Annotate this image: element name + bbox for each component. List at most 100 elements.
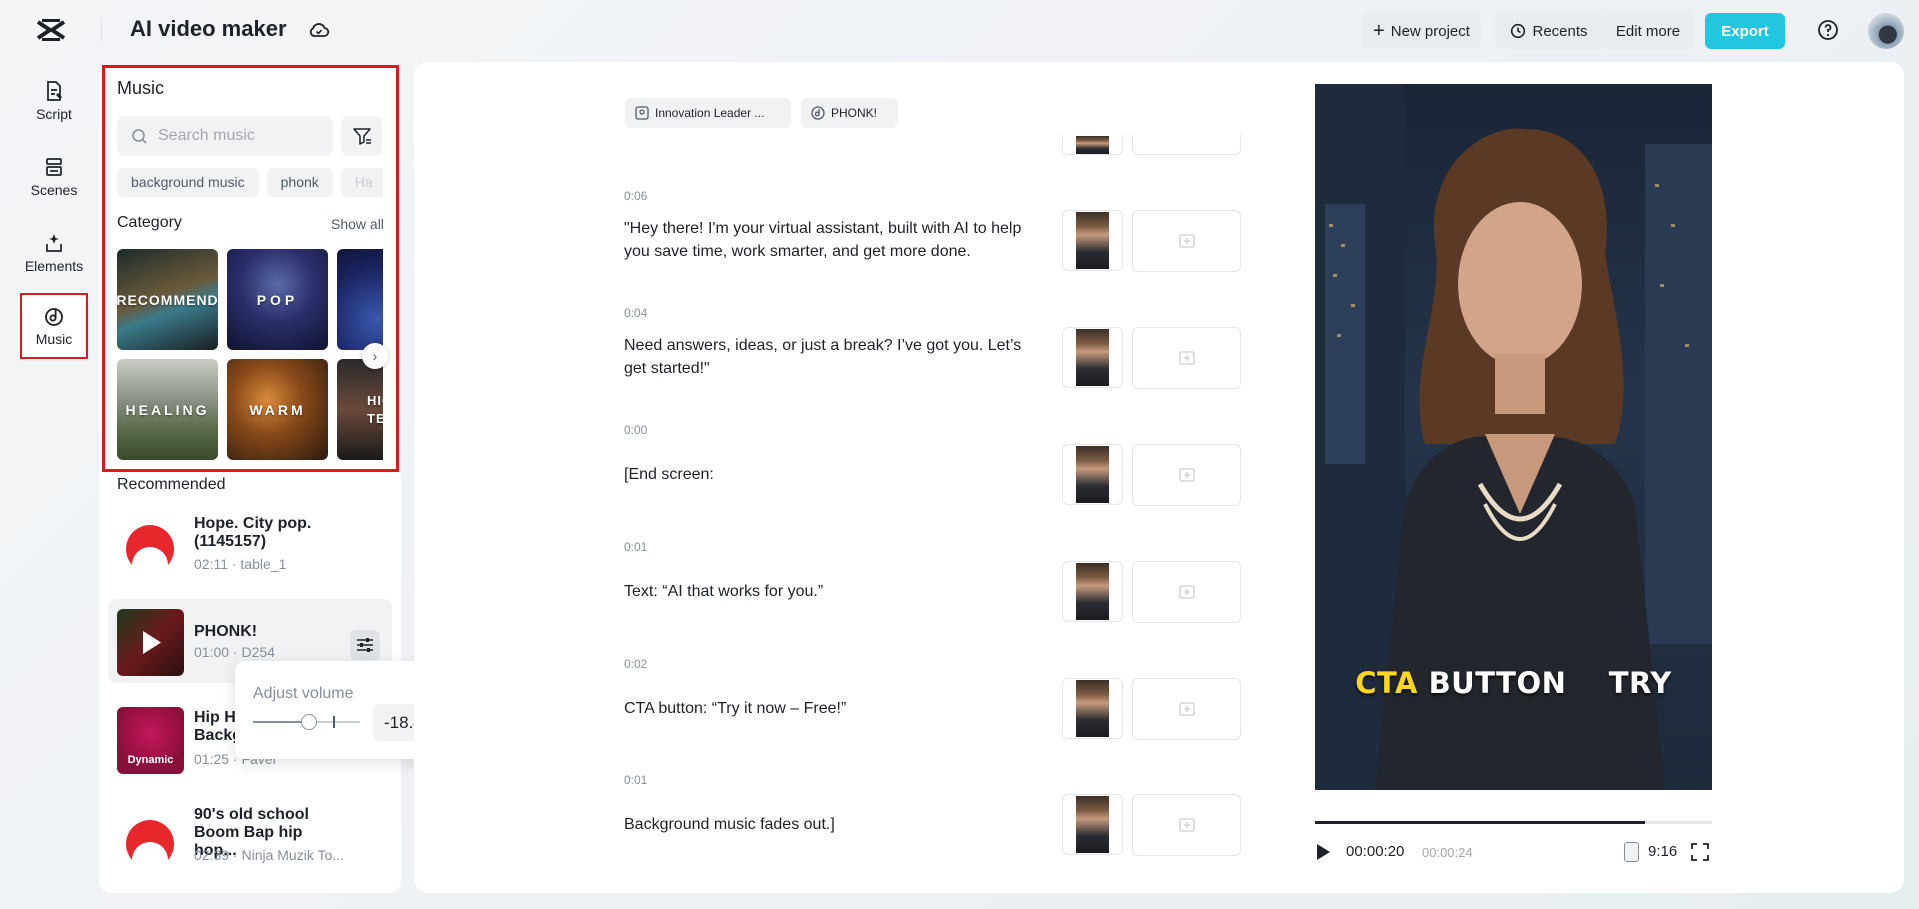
add-media-icon: [1178, 468, 1195, 482]
show-all-link[interactable]: Show all: [331, 216, 384, 232]
category-pop[interactable]: POP: [227, 249, 328, 350]
category-warm[interactable]: WARM: [227, 359, 328, 460]
track-thumbnail: Dynamic: [117, 707, 184, 774]
category-rb[interactable]: R&: [337, 249, 383, 350]
sliders-icon: [357, 638, 373, 652]
aspect-ratio-icon[interactable]: [1624, 842, 1639, 862]
rail-item-elements[interactable]: Elements: [20, 220, 88, 286]
music-icon: [45, 308, 63, 326]
recents-button[interactable]: Recents: [1495, 13, 1603, 49]
tag-chip[interactable]: background music: [117, 168, 259, 197]
export-button[interactable]: Export: [1705, 13, 1785, 49]
track-thumbnail: [117, 806, 184, 873]
scene-duration: 0:01: [624, 540, 648, 554]
scene-script-text[interactable]: CTA button: “Try it now – Free!”: [624, 697, 1044, 720]
scene-avatar-thumb[interactable]: [1062, 210, 1123, 271]
music-chip-icon: [811, 106, 825, 120]
volume-slider[interactable]: [253, 714, 360, 730]
scene-row[interactable]: 0:00 [End screen:: [624, 423, 1244, 513]
scene-media-slot[interactable]: [1132, 444, 1241, 506]
track-title: PHONK!: [194, 623, 258, 640]
scene-avatar-thumb[interactable]: [1062, 794, 1123, 855]
music-chip[interactable]: PHONK!: [801, 98, 898, 128]
header-divider: [101, 18, 102, 42]
scene-script-text[interactable]: Need answers, ideas, or just a break? I’…: [624, 334, 1044, 380]
scene-avatar-thumb-partial[interactable]: [1062, 135, 1123, 155]
play-icon[interactable]: [117, 609, 184, 676]
user-avatar[interactable]: [1868, 13, 1904, 49]
category-label: WARM: [249, 401, 306, 418]
aspect-ratio-label[interactable]: 9:16: [1648, 843, 1677, 860]
video-preview[interactable]: CTA BUTTON TRY: [1315, 84, 1712, 790]
clock-icon: [1511, 23, 1526, 39]
music-search-box[interactable]: [117, 116, 333, 156]
search-icon: [132, 128, 147, 144]
music-search-input[interactable]: [158, 127, 318, 145]
track-item[interactable]: Hope. City pop. (1145157) 02:11 · table_…: [108, 501, 392, 585]
tag-chip[interactable]: phonk: [266, 168, 333, 197]
rail-item-scenes[interactable]: Scenes: [20, 144, 88, 210]
volume-default-tick: [333, 716, 335, 728]
edit-more-button-visible[interactable]: Edit more: [1603, 13, 1693, 49]
edit-more-label: Edit more: [1615, 22, 1681, 40]
scene-media-slot[interactable]: [1132, 327, 1241, 389]
scene-row[interactable]: 0:06 "Hey there! I'm your virtual assist…: [624, 189, 1244, 279]
scene-avatar-thumb[interactable]: [1062, 678, 1123, 739]
track-thumbnail: [117, 511, 184, 578]
scene-row[interactable]: 0:01 Text: “AI that works for you.”: [624, 540, 1244, 630]
track-thumb-label: Dynamic: [127, 754, 174, 766]
category-healing[interactable]: HEALING: [117, 359, 218, 460]
category-next-button[interactable]: ›: [362, 343, 388, 369]
add-media-icon: [1178, 818, 1195, 832]
volume-slider-handle[interactable]: [301, 714, 317, 730]
top-bar: AI video maker + New project Recents Edi…: [0, 0, 1919, 60]
scene-script-text[interactable]: Text: “AI that works for you.”: [624, 580, 1044, 603]
new-project-label: New project: [1390, 22, 1470, 40]
scene-avatar-thumb[interactable]: [1062, 444, 1123, 505]
music-panel-title: Music: [117, 78, 165, 98]
scene-duration: 0:00: [624, 423, 648, 437]
adjust-volume-button[interactable]: [350, 630, 380, 660]
tag-chip[interactable]: Ha: [340, 168, 383, 197]
cloud-sync-icon[interactable]: [307, 18, 331, 42]
avatar-chip[interactable]: Innovation Leader ...: [625, 98, 791, 128]
rail-item-script[interactable]: Script: [20, 68, 88, 134]
scene-row[interactable]: 0:02 CTA button: “Try it now – Free!”: [624, 657, 1244, 747]
capcut-logo-icon[interactable]: [36, 16, 66, 44]
current-time: 00:00:20: [1346, 843, 1405, 860]
filter-icon: [352, 128, 371, 145]
scene-media-slot[interactable]: [1132, 678, 1241, 740]
new-project-button[interactable]: + New project: [1362, 13, 1481, 49]
filter-button[interactable]: [341, 116, 382, 156]
play-icon[interactable]: [1315, 843, 1331, 861]
scene-script-text[interactable]: "Hey there! I'm your virtual assistant, …: [624, 217, 1044, 263]
scene-row[interactable]: 0:01 Background music fades out.]: [624, 773, 1244, 863]
scene-media-slot[interactable]: [1132, 561, 1241, 623]
scene-media-slot-partial[interactable]: [1132, 135, 1241, 155]
category-label: POP: [256, 291, 299, 308]
help-icon[interactable]: [1816, 18, 1840, 42]
rail-label-music: Music: [35, 331, 73, 347]
scene-media-slot[interactable]: [1132, 794, 1241, 856]
avatar-chip-label: Innovation Leader ...: [655, 106, 765, 120]
scene-script-text[interactable]: Background music fades out.]: [624, 813, 1044, 836]
adjust-volume-label: Adjust volume: [253, 685, 354, 702]
scene-script-text[interactable]: [End screen:: [624, 463, 1044, 486]
category-high-tempo[interactable]: HIG TEN: [337, 359, 383, 460]
scene-row[interactable]: 0:04 Need answers, ideas, or just a brea…: [624, 306, 1244, 396]
category-grid: RECOMMEND POP R& HEALING WARM HIG TEN: [117, 249, 383, 461]
track-item[interactable]: 90's old school Boom Bap hip hop... 02:3…: [108, 796, 392, 880]
category-label: HIG TEN: [367, 392, 383, 426]
scene-media-slot[interactable]: [1132, 210, 1241, 272]
scene-avatar-thumb[interactable]: [1062, 327, 1123, 388]
scene-avatar-thumb[interactable]: [1062, 561, 1123, 622]
rail-item-music[interactable]: Music: [20, 293, 88, 359]
playback-progress-bar[interactable]: [1315, 821, 1712, 824]
scenes-icon: [46, 158, 62, 176]
rail-label-scenes: Scenes: [30, 182, 78, 198]
add-media-icon: [1178, 351, 1195, 365]
music-tags: background music phonk Ha: [117, 168, 383, 198]
category-recommend[interactable]: RECOMMEND: [117, 249, 218, 350]
scene-duration: 0:01: [624, 773, 648, 787]
fullscreen-icon[interactable]: [1690, 842, 1710, 862]
